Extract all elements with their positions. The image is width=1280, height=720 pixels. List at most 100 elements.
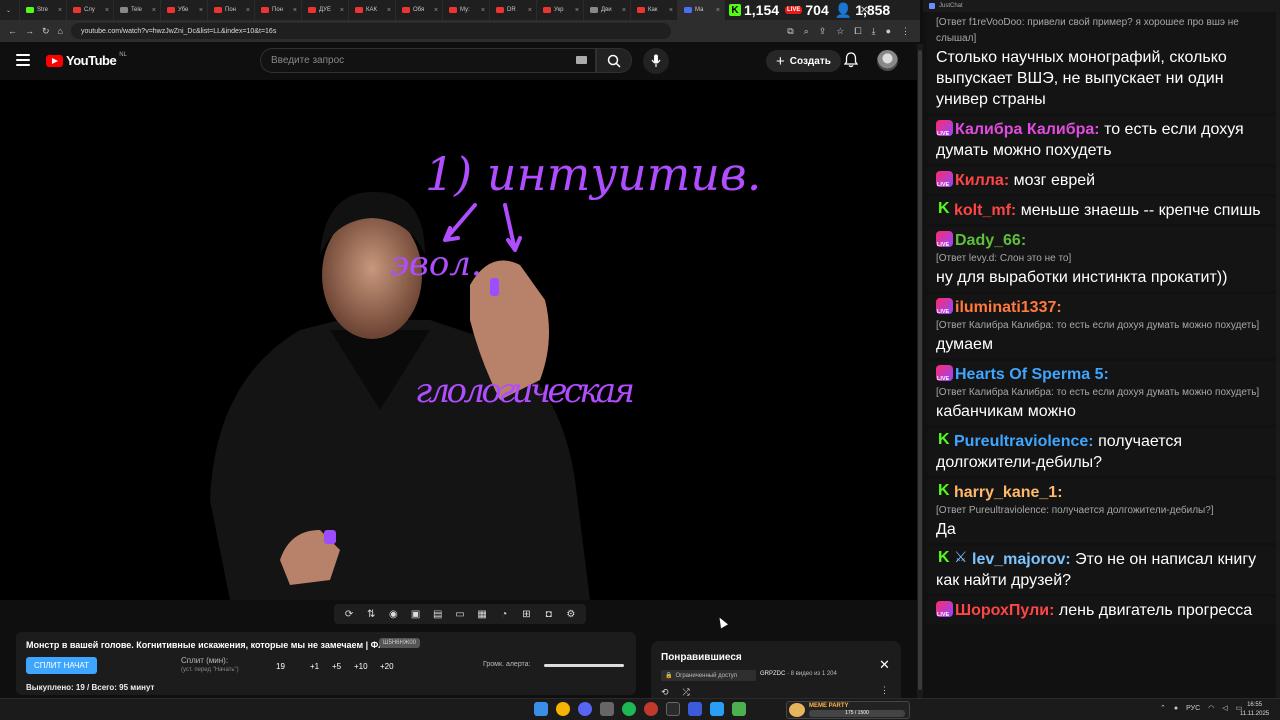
playlist-channel[interactable]: GRPZDC (760, 671, 785, 677)
alert-volume-slider[interactable] (544, 664, 624, 667)
loop-playlist-icon[interactable]: ⟲ (661, 687, 669, 698)
install-icon[interactable]: ⧉ (787, 26, 793, 37)
home-icon[interactable]: ⌂ (58, 26, 63, 36)
tab-close-icon[interactable]: × (152, 7, 156, 14)
url-field[interactable]: youtube.com/watch?v=hwzJwZni_Dc&list=LL&… (70, 23, 671, 39)
telegram-icon[interactable] (710, 702, 724, 716)
playlist-title[interactable]: Понравившиеся (661, 652, 742, 663)
frames-icon[interactable]: ▦ (476, 608, 488, 620)
loop-icon[interactable]: ⟳ (343, 608, 355, 620)
browser-tab[interactable]: Пон × (208, 0, 255, 20)
browser-tab[interactable]: Как × (631, 0, 678, 20)
youtube-logo[interactable]: YouTube NL (46, 52, 127, 68)
account-avatar[interactable] (877, 50, 898, 71)
chat-username[interactable]: Hearts Of Sperma 5: (955, 366, 1109, 383)
browser-tab[interactable]: ДУЕ × (302, 0, 349, 20)
chat-username[interactable]: Килла: (955, 172, 1009, 189)
hamburger-menu-icon[interactable] (16, 54, 30, 66)
browser-tab[interactable]: КАК × (349, 0, 396, 20)
app-red-icon[interactable] (644, 702, 658, 716)
share-icon[interactable]: ⇪ (819, 26, 827, 37)
chat-username[interactable]: Pureultraviolence: (954, 433, 1094, 450)
tab-close-icon[interactable]: × (622, 7, 626, 14)
profile-icon[interactable]: ● (886, 26, 891, 37)
shuffle-icon[interactable]: ⤮ (683, 687, 690, 698)
tab-close-icon[interactable]: × (528, 7, 532, 14)
chat-username[interactable]: lev_majorov: (972, 551, 1071, 568)
search-input[interactable] (271, 55, 561, 66)
browser-tab[interactable]: Пон × (255, 0, 302, 20)
chevron-up-icon[interactable]: ⌃ (1160, 704, 1166, 712)
tab-close-icon[interactable]: × (669, 7, 673, 14)
browser-tab[interactable]: DR × (490, 0, 537, 20)
browser-tab[interactable]: Му: × (443, 0, 490, 20)
chat-username[interactable]: Dady_66: (955, 232, 1026, 249)
video-player[interactable]: 1) интуитив. эвол. глологическая (0, 80, 920, 600)
browser-tab[interactable]: Ма × (678, 0, 725, 20)
tab-close-icon[interactable]: × (481, 7, 485, 14)
sort-icon[interactable]: ⇅ (365, 608, 377, 620)
pip-icon[interactable]: ▣ (410, 608, 422, 620)
settings-gear-icon[interactable]: ⚙ (565, 608, 577, 620)
close-window-button[interactable]: ✕ (860, 5, 868, 16)
keyboard-icon[interactable] (576, 56, 587, 64)
tab-close-icon[interactable]: × (387, 7, 391, 14)
chat-username[interactable]: ШорохПули: (955, 602, 1054, 619)
tab-menu[interactable]: ⌄ (0, 0, 20, 20)
browser-tab[interactable]: Обя × (396, 0, 443, 20)
increment-20-button[interactable]: +20 (380, 662, 394, 671)
lang-indicator[interactable]: РУС (1186, 705, 1200, 712)
tab-close-icon[interactable]: × (434, 7, 438, 14)
tab-close-icon[interactable]: × (246, 7, 250, 14)
screenshot-icon[interactable]: ◘ (543, 608, 555, 620)
extensions-icon[interactable]: ⧠ (854, 26, 861, 37)
split-start-button[interactable]: СПЛИТ НАЧАТ (26, 657, 97, 674)
increment-1-button[interactable]: +1 (310, 662, 319, 671)
wifi-icon[interactable]: ◠ (1208, 704, 1214, 712)
clock[interactable]: 16:55 11.11.2025 (1240, 701, 1269, 719)
tab-close-icon[interactable]: × (58, 7, 62, 14)
chat-username[interactable]: Калибра Калибра: (955, 121, 1100, 138)
download-icon[interactable]: ⤓ (872, 26, 876, 37)
zoom-icon[interactable]: ⌕ (804, 26, 809, 37)
tab-close-icon[interactable]: × (199, 7, 203, 14)
reload-icon[interactable]: ↻ (42, 26, 50, 37)
windows-start-icon[interactable] (534, 702, 548, 716)
chat-scrollbar[interactable] (1276, 12, 1280, 698)
obs-icon[interactable] (600, 702, 614, 716)
tab-close-icon[interactable]: × (716, 7, 720, 14)
notifications-bell-icon[interactable] (843, 52, 859, 73)
tab-close-icon[interactable]: × (340, 7, 344, 14)
split-minutes-value[interactable]: 19 (276, 662, 285, 671)
tab-close-icon[interactable]: × (575, 7, 579, 14)
browser-tab[interactable]: Дви × (584, 0, 631, 20)
browser-tab[interactable]: Stre × (20, 0, 67, 20)
spotify-icon[interactable] (622, 702, 636, 716)
meme-party-widget[interactable]: MEME PARTY 175 / 1500 (786, 701, 910, 719)
forward-icon[interactable]: → (25, 26, 34, 36)
chat-username[interactable]: iluminati1337: (955, 299, 1062, 316)
voice-search-button[interactable] (643, 48, 669, 74)
increment-5-button[interactable]: +5 (332, 662, 341, 671)
close-icon[interactable]: ✕ (879, 657, 890, 673)
increment-10-button[interactable]: +10 (354, 662, 368, 671)
app-green-icon[interactable] (732, 702, 746, 716)
browser-tab[interactable]: Убе × (161, 0, 208, 20)
mic-tray-icon[interactable]: ● (1174, 705, 1178, 712)
chrome-icon[interactable] (556, 702, 570, 716)
theater-icon[interactable]: ▭ (454, 608, 466, 620)
browser-menu-icon[interactable]: ⋮ (901, 26, 910, 37)
more-options-icon[interactable]: ⋮ (880, 685, 889, 696)
audio-icon[interactable]: ◉ (387, 608, 399, 620)
search-button[interactable] (596, 48, 632, 73)
browser-tab[interactable]: Укр × (537, 0, 584, 20)
bookmark-icon[interactable]: ☆ (836, 26, 844, 37)
create-button[interactable]: + Создать (766, 50, 841, 72)
chat-username[interactable]: kolt_mf: (954, 202, 1016, 219)
browser-tab[interactable]: Слу × (67, 0, 114, 20)
add-screen-icon[interactable]: ⊞ (520, 608, 532, 620)
discord-icon[interactable] (578, 702, 592, 716)
film-icon[interactable]: ▤ (432, 608, 444, 620)
media-player-icon[interactable] (688, 702, 702, 716)
browser-tab[interactable]: Tele × (114, 0, 161, 20)
